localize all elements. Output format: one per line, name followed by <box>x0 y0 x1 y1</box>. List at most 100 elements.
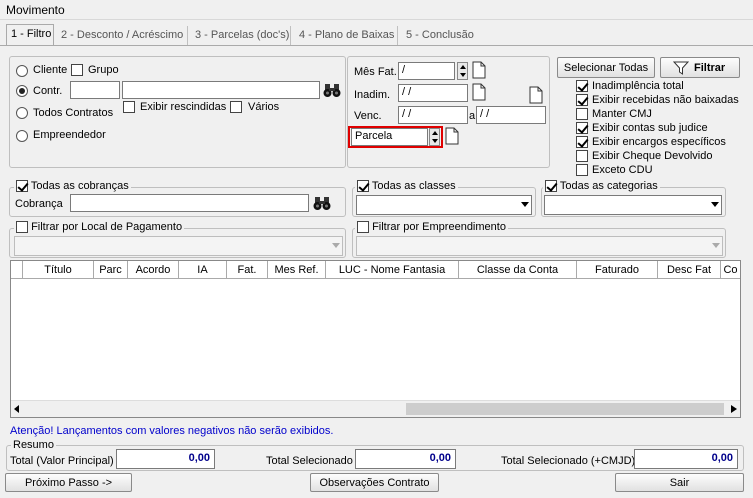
funnel-icon <box>673 61 689 75</box>
venc-label: Venc. <box>354 110 382 122</box>
checkbox-cheque-devolvido[interactable] <box>576 150 588 162</box>
scroll-right-icon[interactable] <box>731 405 737 413</box>
column-header[interactable]: Título <box>23 261 94 279</box>
checkbox-exibir-recebidas[interactable] <box>576 94 588 106</box>
local-pagamento-combo[interactable] <box>14 236 343 256</box>
venc-to-input[interactable]: / / <box>476 106 546 124</box>
column-header[interactable]: LUC - Nome Fantasia <box>326 261 459 279</box>
total-selecionado-value: 0,00 <box>355 449 456 469</box>
sair-button[interactable]: Sair <box>615 473 744 492</box>
venc-from-input[interactable]: / / <box>398 106 468 124</box>
chevron-down-icon <box>712 243 720 248</box>
varios-label: Vários <box>248 101 280 113</box>
cliente-label: Cliente <box>33 64 68 76</box>
checkbox-sub-judice[interactable] <box>576 122 588 134</box>
document-icon[interactable] <box>444 127 460 145</box>
results-grid[interactable]: Título Parc Acordo IA Fat. Mes Ref. LUC … <box>10 260 741 418</box>
grupo-label: Grupo <box>88 64 119 76</box>
venc-separator: a <box>469 110 476 122</box>
filtrar-button[interactable]: Filtrar <box>660 57 740 78</box>
checkbox-local-pagamento[interactable] <box>16 221 28 234</box>
tab-filtro[interactable]: 1 - Filtro <box>6 24 54 46</box>
mes-fat-spinner[interactable] <box>457 62 468 80</box>
exibir-recebidas-label: Exibir recebidas não baixadas <box>592 94 739 106</box>
exibir-rescindidas-label: Exibir rescindidas <box>140 101 227 113</box>
window-titlebar: Movimento <box>0 0 753 20</box>
checkbox-todas-categorias[interactable] <box>545 180 557 193</box>
checkbox-exibir-rescindidas[interactable] <box>123 101 135 113</box>
document-icon[interactable] <box>471 61 487 79</box>
column-header[interactable]: Fat. <box>227 261 268 279</box>
radio-contr[interactable] <box>16 85 28 97</box>
inadimplencia-total-label: Inadimplência total <box>592 80 684 92</box>
cobranca-label: Cobrança <box>15 198 63 210</box>
column-header[interactable]: Faturado <box>577 261 658 279</box>
radio-empreendedor[interactable] <box>16 130 28 142</box>
selecionar-todas-button[interactable]: Selecionar Todas <box>557 57 655 78</box>
negative-values-warning: Atenção! Lançamentos com valores negativ… <box>10 425 334 437</box>
inadim-label: Inadim. <box>354 89 391 101</box>
chevron-down-icon <box>711 202 719 207</box>
checkbox-empreendimento[interactable] <box>357 221 369 234</box>
column-header[interactable]: Parc <box>94 261 128 279</box>
total-cmjd-value: 0,00 <box>634 449 738 469</box>
tab-parcelas[interactable]: 3 - Parcelas (doc's) <box>191 26 291 45</box>
categorias-legend: Todas as categorias <box>543 180 660 193</box>
tab-conclusao[interactable]: 5 - Conclusão <box>402 26 478 45</box>
categorias-combo[interactable] <box>544 195 722 215</box>
mes-fat-label: Mês Fat. <box>354 66 397 78</box>
inadim-input[interactable]: / / <box>398 84 468 102</box>
document-icon[interactable] <box>471 83 487 101</box>
radio-todos-contratos[interactable] <box>16 107 28 119</box>
binoculars-icon[interactable] <box>323 82 341 98</box>
resumo-legend: Resumo <box>11 439 56 451</box>
todas-cobrancas-label: Todas as cobranças <box>30 180 129 192</box>
todos-contratos-label: Todos Contratos <box>33 107 114 119</box>
manter-cmj-label: Manter CMJ <box>592 108 652 120</box>
checkbox-exceto-cdu[interactable] <box>576 164 588 176</box>
column-header[interactable]: Classe da Conta <box>459 261 577 279</box>
classes-combo[interactable] <box>356 195 532 215</box>
document-icon[interactable] <box>528 86 544 104</box>
column-header[interactable]: IA <box>179 261 227 279</box>
checkbox-grupo[interactable] <box>71 64 83 76</box>
column-header[interactable]: Mes Ref. <box>268 261 326 279</box>
mes-fat-input[interactable]: / <box>398 62 455 80</box>
checkbox-inadimplencia-total[interactable] <box>576 80 588 92</box>
radio-cliente[interactable] <box>16 65 28 77</box>
empreendimento-label: Filtrar por Empreendimento <box>372 221 506 233</box>
checkbox-todas-classes[interactable] <box>357 180 369 193</box>
todas-categorias-label: Todas as categorias <box>559 180 658 192</box>
grid-indicator-column <box>11 261 23 279</box>
checkbox-todas-cobrancas[interactable] <box>16 180 28 193</box>
cobranca-input[interactable] <box>70 194 309 212</box>
contr-label: Contr. <box>33 85 63 97</box>
contr-name-input[interactable] <box>122 81 320 99</box>
column-header[interactable]: Desc Fat <box>658 261 721 279</box>
tab-plano-baixas[interactable]: 4 - Plano de Baixas <box>295 26 398 45</box>
total-principal-value: 0,00 <box>116 449 215 469</box>
exceto-cdu-label: Exceto CDU <box>592 164 653 176</box>
horizontal-scrollbar[interactable] <box>11 400 740 417</box>
contr-code-input[interactable] <box>70 81 120 99</box>
binoculars-icon[interactable] <box>313 195 331 211</box>
chevron-down-icon <box>332 243 340 248</box>
scrollbar-thumb[interactable] <box>406 403 724 415</box>
checkbox-encargos-especificos[interactable] <box>576 136 588 148</box>
sub-judice-label: Exibir contas sub judice <box>592 122 708 134</box>
grid-header: Título Parc Acordo IA Fat. Mes Ref. LUC … <box>11 261 740 279</box>
total-cmjd-label: Total Selecionado (+CMJD) <box>501 455 636 467</box>
checkbox-varios[interactable] <box>230 101 242 113</box>
parcela-spinner[interactable] <box>429 128 440 146</box>
scroll-left-icon[interactable] <box>14 405 20 413</box>
checkbox-manter-cmj[interactable] <box>576 108 588 120</box>
column-header[interactable]: Co <box>721 261 740 279</box>
column-header[interactable]: Acordo <box>128 261 179 279</box>
proximo-passo-button[interactable]: Próximo Passo -> <box>5 473 132 492</box>
parcela-input[interactable]: Parcela <box>351 128 428 146</box>
todas-classes-label: Todas as classes <box>371 180 456 192</box>
observacoes-contrato-button[interactable]: Observações Contrato <box>310 473 439 492</box>
tab-desconto-acrescimo[interactable]: 2 - Desconto / Acréscimo <box>57 26 188 45</box>
empreendimento-combo[interactable] <box>356 236 723 256</box>
filtrar-label: Filtrar <box>694 62 726 74</box>
